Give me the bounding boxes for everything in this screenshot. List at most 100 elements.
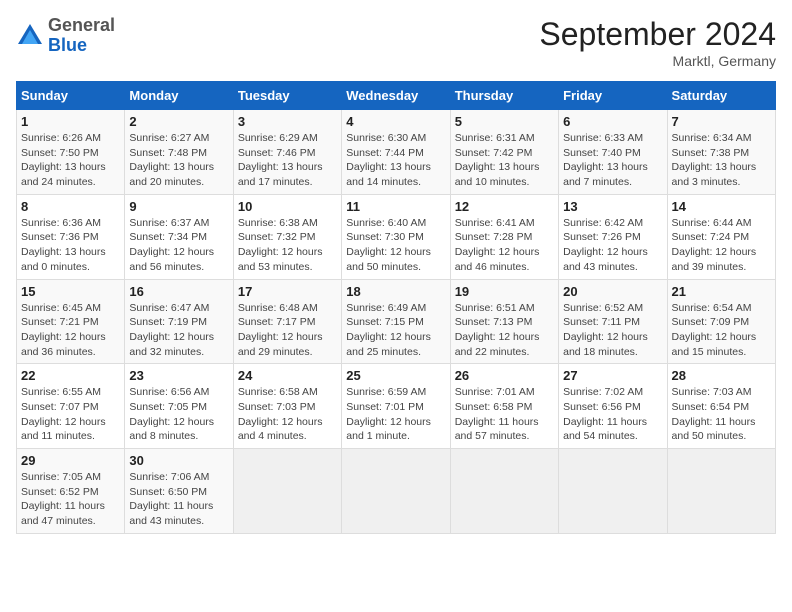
- table-row: 24 Sunrise: 6:58 AM Sunset: 7:03 PM Dayl…: [233, 364, 341, 449]
- table-row: 9 Sunrise: 6:37 AM Sunset: 7:34 PM Dayli…: [125, 194, 233, 279]
- calendar-row: 8 Sunrise: 6:36 AM Sunset: 7:36 PM Dayli…: [17, 194, 776, 279]
- day-number: 30: [129, 453, 228, 468]
- day-info: Sunrise: 6:54 AM Sunset: 7:09 PM Dayligh…: [672, 301, 771, 360]
- day-number: 2: [129, 114, 228, 129]
- day-number: 27: [563, 368, 662, 383]
- table-row: 17 Sunrise: 6:48 AM Sunset: 7:17 PM Dayl…: [233, 279, 341, 364]
- day-number: 13: [563, 199, 662, 214]
- day-number: 9: [129, 199, 228, 214]
- day-info: Sunrise: 6:45 AM Sunset: 7:21 PM Dayligh…: [21, 301, 120, 360]
- col-friday: Friday: [559, 82, 667, 110]
- table-row: 22 Sunrise: 6:55 AM Sunset: 7:07 PM Dayl…: [17, 364, 125, 449]
- day-number: 19: [455, 284, 554, 299]
- title-block: September 2024 Marktl, Germany: [539, 16, 776, 69]
- day-number: 7: [672, 114, 771, 129]
- day-number: 23: [129, 368, 228, 383]
- day-number: 24: [238, 368, 337, 383]
- day-number: 20: [563, 284, 662, 299]
- day-number: 15: [21, 284, 120, 299]
- col-monday: Monday: [125, 82, 233, 110]
- page-header: General Blue September 2024 Marktl, Germ…: [16, 16, 776, 69]
- calendar-body: 1 Sunrise: 6:26 AM Sunset: 7:50 PM Dayli…: [17, 110, 776, 534]
- day-info: Sunrise: 6:31 AM Sunset: 7:42 PM Dayligh…: [455, 131, 554, 190]
- table-row: 12 Sunrise: 6:41 AM Sunset: 7:28 PM Dayl…: [450, 194, 558, 279]
- col-sunday: Sunday: [17, 82, 125, 110]
- day-info: Sunrise: 7:06 AM Sunset: 6:50 PM Dayligh…: [129, 470, 228, 529]
- day-number: 1: [21, 114, 120, 129]
- table-row: 21 Sunrise: 6:54 AM Sunset: 7:09 PM Dayl…: [667, 279, 775, 364]
- day-info: Sunrise: 6:52 AM Sunset: 7:11 PM Dayligh…: [563, 301, 662, 360]
- table-row: 5 Sunrise: 6:31 AM Sunset: 7:42 PM Dayli…: [450, 110, 558, 195]
- table-row: 23 Sunrise: 6:56 AM Sunset: 7:05 PM Dayl…: [125, 364, 233, 449]
- day-info: Sunrise: 6:56 AM Sunset: 7:05 PM Dayligh…: [129, 385, 228, 444]
- calendar-row: 15 Sunrise: 6:45 AM Sunset: 7:21 PM Dayl…: [17, 279, 776, 364]
- day-number: 21: [672, 284, 771, 299]
- day-info: Sunrise: 6:36 AM Sunset: 7:36 PM Dayligh…: [21, 216, 120, 275]
- header-row: Sunday Monday Tuesday Wednesday Thursday…: [17, 82, 776, 110]
- day-number: 16: [129, 284, 228, 299]
- day-info: Sunrise: 6:48 AM Sunset: 7:17 PM Dayligh…: [238, 301, 337, 360]
- calendar-table: Sunday Monday Tuesday Wednesday Thursday…: [16, 81, 776, 534]
- day-info: Sunrise: 7:02 AM Sunset: 6:56 PM Dayligh…: [563, 385, 662, 444]
- location: Marktl, Germany: [539, 53, 776, 69]
- table-row: 26 Sunrise: 7:01 AM Sunset: 6:58 PM Dayl…: [450, 364, 558, 449]
- day-number: 22: [21, 368, 120, 383]
- logo-text: General Blue: [48, 16, 115, 56]
- day-info: Sunrise: 6:40 AM Sunset: 7:30 PM Dayligh…: [346, 216, 445, 275]
- month-title: September 2024: [539, 16, 776, 53]
- day-info: Sunrise: 7:01 AM Sunset: 6:58 PM Dayligh…: [455, 385, 554, 444]
- day-number: 12: [455, 199, 554, 214]
- logo-general: General: [48, 16, 115, 36]
- day-info: Sunrise: 6:49 AM Sunset: 7:15 PM Dayligh…: [346, 301, 445, 360]
- table-row: 8 Sunrise: 6:36 AM Sunset: 7:36 PM Dayli…: [17, 194, 125, 279]
- day-info: Sunrise: 6:29 AM Sunset: 7:46 PM Dayligh…: [238, 131, 337, 190]
- day-number: 5: [455, 114, 554, 129]
- day-number: 29: [21, 453, 120, 468]
- day-info: Sunrise: 6:34 AM Sunset: 7:38 PM Dayligh…: [672, 131, 771, 190]
- table-row: 27 Sunrise: 7:02 AM Sunset: 6:56 PM Dayl…: [559, 364, 667, 449]
- day-info: Sunrise: 6:58 AM Sunset: 7:03 PM Dayligh…: [238, 385, 337, 444]
- day-number: 17: [238, 284, 337, 299]
- day-info: Sunrise: 6:59 AM Sunset: 7:01 PM Dayligh…: [346, 385, 445, 444]
- table-row: 2 Sunrise: 6:27 AM Sunset: 7:48 PM Dayli…: [125, 110, 233, 195]
- table-row: 19 Sunrise: 6:51 AM Sunset: 7:13 PM Dayl…: [450, 279, 558, 364]
- day-info: Sunrise: 7:05 AM Sunset: 6:52 PM Dayligh…: [21, 470, 120, 529]
- table-row: [450, 449, 558, 534]
- day-number: 4: [346, 114, 445, 129]
- table-row: 1 Sunrise: 6:26 AM Sunset: 7:50 PM Dayli…: [17, 110, 125, 195]
- day-number: 11: [346, 199, 445, 214]
- calendar-row: 22 Sunrise: 6:55 AM Sunset: 7:07 PM Dayl…: [17, 364, 776, 449]
- table-row: [559, 449, 667, 534]
- day-number: 26: [455, 368, 554, 383]
- calendar-row: 1 Sunrise: 6:26 AM Sunset: 7:50 PM Dayli…: [17, 110, 776, 195]
- table-row: 15 Sunrise: 6:45 AM Sunset: 7:21 PM Dayl…: [17, 279, 125, 364]
- table-row: 18 Sunrise: 6:49 AM Sunset: 7:15 PM Dayl…: [342, 279, 450, 364]
- day-number: 25: [346, 368, 445, 383]
- day-number: 8: [21, 199, 120, 214]
- logo: General Blue: [16, 16, 115, 56]
- table-row: 10 Sunrise: 6:38 AM Sunset: 7:32 PM Dayl…: [233, 194, 341, 279]
- table-row: [342, 449, 450, 534]
- day-info: Sunrise: 6:51 AM Sunset: 7:13 PM Dayligh…: [455, 301, 554, 360]
- day-info: Sunrise: 6:27 AM Sunset: 7:48 PM Dayligh…: [129, 131, 228, 190]
- table-row: 13 Sunrise: 6:42 AM Sunset: 7:26 PM Dayl…: [559, 194, 667, 279]
- table-row: 4 Sunrise: 6:30 AM Sunset: 7:44 PM Dayli…: [342, 110, 450, 195]
- table-row: 28 Sunrise: 7:03 AM Sunset: 6:54 PM Dayl…: [667, 364, 775, 449]
- table-row: 14 Sunrise: 6:44 AM Sunset: 7:24 PM Dayl…: [667, 194, 775, 279]
- table-row: 6 Sunrise: 6:33 AM Sunset: 7:40 PM Dayli…: [559, 110, 667, 195]
- day-info: Sunrise: 6:26 AM Sunset: 7:50 PM Dayligh…: [21, 131, 120, 190]
- col-wednesday: Wednesday: [342, 82, 450, 110]
- day-info: Sunrise: 6:41 AM Sunset: 7:28 PM Dayligh…: [455, 216, 554, 275]
- logo-blue: Blue: [48, 36, 115, 56]
- day-info: Sunrise: 6:55 AM Sunset: 7:07 PM Dayligh…: [21, 385, 120, 444]
- table-row: 30 Sunrise: 7:06 AM Sunset: 6:50 PM Dayl…: [125, 449, 233, 534]
- table-row: [233, 449, 341, 534]
- day-info: Sunrise: 6:37 AM Sunset: 7:34 PM Dayligh…: [129, 216, 228, 275]
- day-info: Sunrise: 6:30 AM Sunset: 7:44 PM Dayligh…: [346, 131, 445, 190]
- col-tuesday: Tuesday: [233, 82, 341, 110]
- day-info: Sunrise: 6:33 AM Sunset: 7:40 PM Dayligh…: [563, 131, 662, 190]
- col-saturday: Saturday: [667, 82, 775, 110]
- day-number: 18: [346, 284, 445, 299]
- day-info: Sunrise: 6:42 AM Sunset: 7:26 PM Dayligh…: [563, 216, 662, 275]
- day-info: Sunrise: 6:38 AM Sunset: 7:32 PM Dayligh…: [238, 216, 337, 275]
